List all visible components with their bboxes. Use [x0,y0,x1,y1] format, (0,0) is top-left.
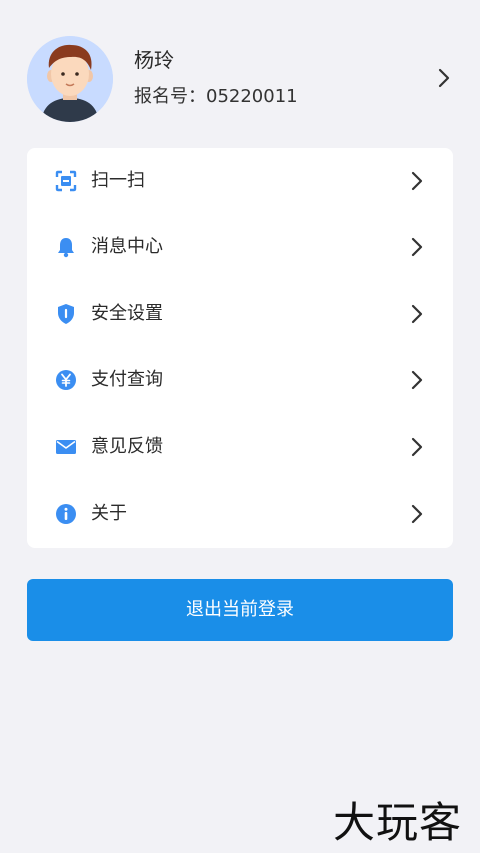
profile-name: 杨玲 [134,48,174,72]
yen-icon [56,370,76,390]
chevron-right-icon [411,304,423,324]
menu-label: 安全设置 [91,303,163,324]
logout-button[interactable]: 退出当前登录 [27,579,453,641]
menu-label: 扫一扫 [91,170,145,191]
mail-icon [56,440,76,454]
menu-item-about[interactable]: 关于 [27,481,453,547]
bell-icon [58,238,74,258]
profile-header[interactable]: 杨玲 报名号：05220011 [0,0,480,150]
menu-label: 消息中心 [91,236,163,257]
menu-item-scan[interactable]: 扫一扫 [27,148,453,214]
chevron-right-icon [411,504,423,524]
watermark: 大玩客 [333,798,463,847]
avatar-illustration [27,36,113,122]
menu-label: 意见反馈 [91,436,163,457]
chevron-right-icon[interactable] [432,66,456,90]
registration-number: 报名号：05220011 [134,86,298,107]
menu-label: 支付查询 [91,369,163,390]
info-icon [56,504,76,524]
shield-icon [58,304,74,324]
chevron-right-icon [411,370,423,390]
chevron-right-icon [411,437,423,457]
avatar [27,36,113,122]
menu-item-messages[interactable]: 消息中心 [27,214,453,280]
menu-item-payment[interactable]: 支付查询 [27,347,453,413]
menu-item-security[interactable]: 安全设置 [27,281,453,347]
scan-icon [55,170,77,192]
chevron-right-icon [411,237,423,257]
menu-item-feedback[interactable]: 意见反馈 [27,414,453,480]
menu-card: 扫一扫 消息中心 安全设置 支付查询 意见反馈 关于 [27,148,453,548]
menu-label: 关于 [91,503,127,524]
chevron-right-icon [411,171,423,191]
